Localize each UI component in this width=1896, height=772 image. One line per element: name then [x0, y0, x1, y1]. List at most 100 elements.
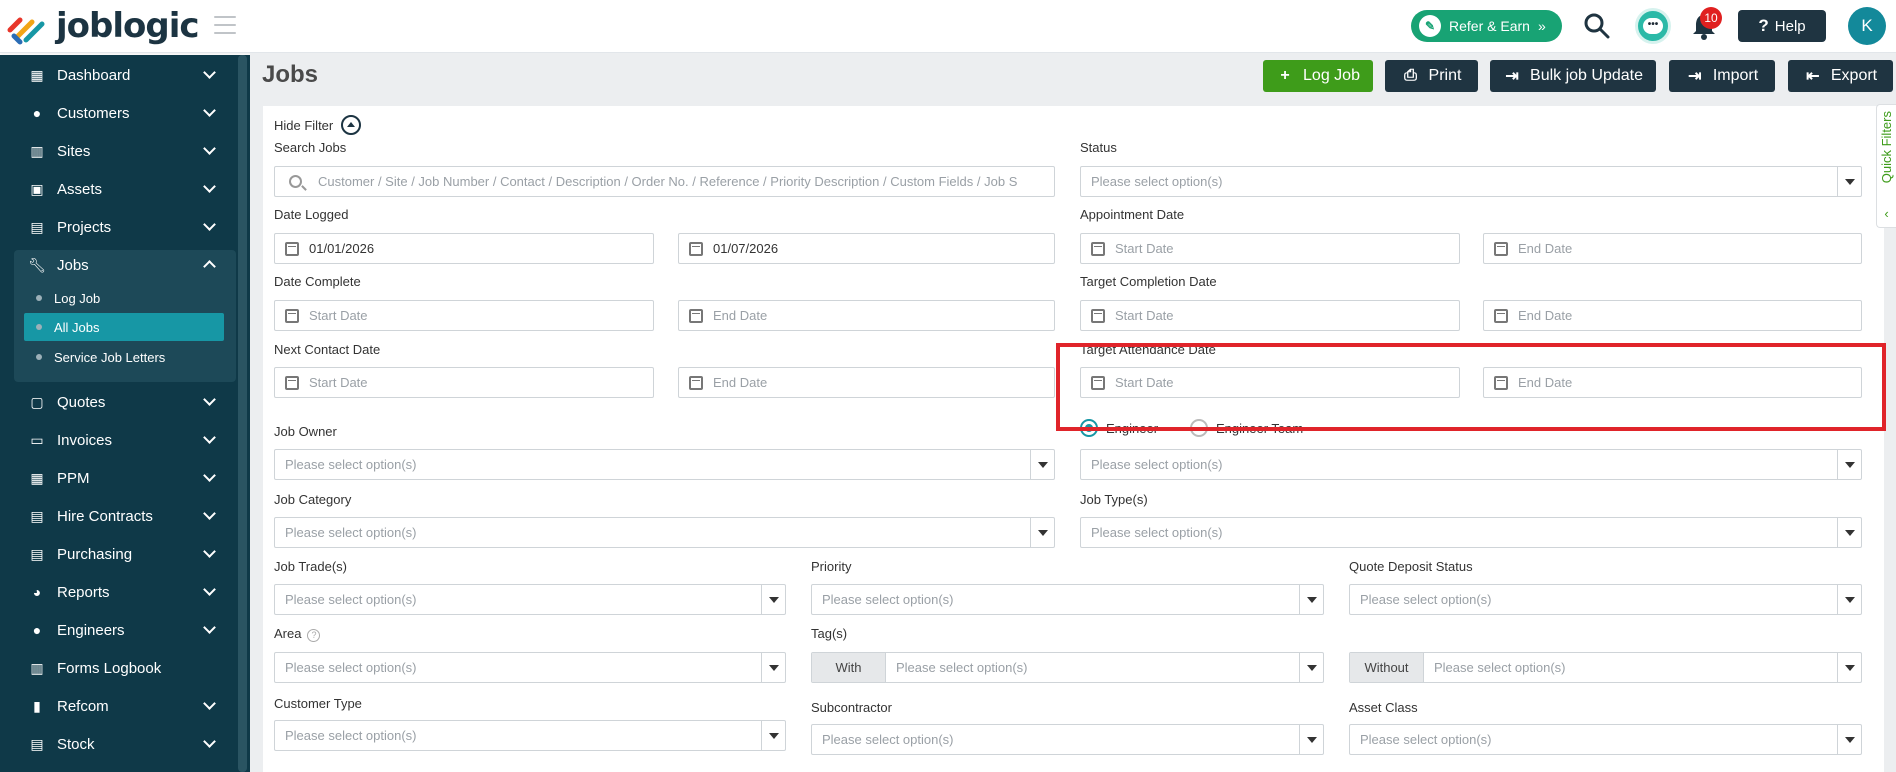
search-placeholder: Customer / Site / Job Number / Contact /…: [318, 174, 1018, 189]
next-contact-end[interactable]: End Date: [678, 367, 1055, 398]
appointment-start[interactable]: Start Date: [1080, 233, 1460, 264]
asset-class-select[interactable]: Please select option(s): [1349, 724, 1862, 755]
sidebar-item-customers[interactable]: ● Customers: [0, 94, 236, 132]
target-attendance-end[interactable]: End Date: [1483, 367, 1862, 398]
book-icon: ▥: [30, 659, 44, 676]
sidebar-item-projects[interactable]: ▤ Projects: [0, 208, 236, 246]
chevron-down-icon: [203, 469, 216, 482]
calendar-icon: [285, 375, 299, 390]
sidebar-item-label: PPM: [57, 469, 90, 487]
tags-without-select[interactable]: Without Please select option(s): [1349, 652, 1862, 683]
search-jobs-input[interactable]: Customer / Site / Job Number / Contact /…: [274, 166, 1055, 197]
quick-filters-tab[interactable]: Quick Filters ‹: [1876, 104, 1896, 228]
bulk-job-update-button[interactable]: ⇥ Bulk job Update: [1490, 60, 1656, 92]
area-label-text: Area: [274, 626, 302, 641]
sidebar-item-reports[interactable]: ◕ Reports: [0, 573, 236, 611]
import-button[interactable]: ⇥ Import: [1669, 60, 1775, 92]
calendar-icon: [1494, 241, 1508, 256]
sidebar-item-sites[interactable]: ▥ Sites: [0, 132, 236, 170]
sidebar-item-quotes[interactable]: ▢ Quotes: [0, 383, 236, 421]
tags-without-prefix[interactable]: Without: [1350, 653, 1424, 682]
export-icon: ⇤: [1806, 68, 1820, 85]
tags-select[interactable]: With Please select option(s): [811, 652, 1324, 683]
status-select[interactable]: Please select option(s): [1080, 166, 1862, 197]
sidebar-item-ppm[interactable]: ▦ PPM: [0, 459, 236, 497]
date-logged-end[interactable]: 01/07/2026: [678, 233, 1055, 264]
export-button[interactable]: ⇤ Export: [1788, 60, 1893, 92]
sidebar-subitem-service-job-letters[interactable]: Service Job Letters: [24, 343, 224, 371]
notification-badge: 10: [1700, 7, 1722, 29]
logo[interactable]: joblogic: [6, 6, 200, 46]
stock-icon: ▤: [30, 735, 44, 752]
sidebar-subitem-all-jobs[interactable]: All Jobs: [24, 313, 224, 341]
sidebar-item-refcom[interactable]: ▮ Refcom: [0, 687, 236, 725]
print-button[interactable]: ⎙ Print: [1385, 60, 1478, 92]
sidebar-item-label: Sites: [57, 142, 91, 160]
subcontractor-select[interactable]: Please select option(s): [811, 724, 1324, 755]
date-logged-start[interactable]: 01/01/2026: [274, 233, 654, 264]
target-completion-start[interactable]: Start Date: [1080, 300, 1460, 331]
date-complete-end[interactable]: End Date: [678, 300, 1055, 331]
sidebar-item-assets[interactable]: ▣ Assets: [0, 170, 236, 208]
next-contact-start[interactable]: Start Date: [274, 367, 654, 398]
target-attendance-start[interactable]: Start Date: [1080, 367, 1460, 398]
date-complete-start[interactable]: Start Date: [274, 300, 654, 331]
date-complete-label: Date Complete: [274, 274, 361, 289]
appointment-end[interactable]: End Date: [1483, 233, 1862, 264]
tags-with-prefix[interactable]: With: [812, 653, 886, 682]
chevron-down-icon: [203, 180, 216, 193]
top-bar: joblogic ✎ Refer & Earn » ••• 10 ? Help …: [0, 0, 1896, 53]
area-label: Area?: [274, 626, 321, 642]
customer-type-select[interactable]: Please select option(s): [274, 720, 786, 751]
calendar-icon: [285, 308, 299, 323]
menu-toggle-icon[interactable]: [214, 16, 236, 34]
tags-placeholder: Please select option(s): [896, 660, 1028, 675]
sidebar-subitem-log-job[interactable]: Log Job: [24, 284, 224, 312]
log-job-button[interactable]: + Log Job: [1263, 60, 1373, 92]
purchasing-icon: ▤: [30, 545, 44, 562]
job-owner-label: Job Owner: [274, 424, 337, 439]
question-circle-icon[interactable]: ?: [307, 629, 321, 642]
priority-select[interactable]: Please select option(s): [811, 584, 1324, 615]
sidebar-item-forms-logbook[interactable]: ▥ Forms Logbook: [0, 649, 236, 687]
sidebar-item-dashboard[interactable]: ▦ Dashboard: [0, 56, 236, 94]
dashboard-icon: ▦: [30, 66, 44, 83]
job-types-select[interactable]: Please select option(s): [1080, 517, 1862, 548]
radio-unselected-icon: [1190, 419, 1208, 437]
person-icon: ●: [32, 105, 42, 121]
subcontractor-label: Subcontractor: [811, 700, 892, 715]
sidebar-item-label: Forms Logbook: [57, 659, 162, 677]
search-icon[interactable]: [1581, 10, 1613, 42]
target-completion-end[interactable]: End Date: [1483, 300, 1862, 331]
job-owner-select[interactable]: Please select option(s): [274, 449, 1055, 480]
search-icon: [289, 175, 302, 188]
dropdown-arrow-icon: [761, 721, 785, 750]
sidebar-item-engineers[interactable]: ● Engineers: [0, 611, 236, 649]
job-trades-select[interactable]: Please select option(s): [274, 584, 786, 615]
quote-deposit-select[interactable]: Please select option(s): [1349, 584, 1862, 615]
engineer-select[interactable]: Please select option(s): [1080, 449, 1862, 480]
chevron-down-icon: [203, 735, 216, 748]
chat-icon[interactable]: •••: [1635, 8, 1671, 44]
area-select[interactable]: Please select option(s): [274, 652, 786, 683]
dropdown-arrow-icon: [1837, 653, 1861, 682]
sidebar-item-purchasing[interactable]: ▤ Purchasing: [0, 535, 236, 573]
date-placeholder: End Date: [713, 308, 768, 323]
hide-filter-toggle[interactable]: Hide Filter: [274, 115, 362, 135]
avatar[interactable]: K: [1848, 7, 1886, 45]
quote-deposit-label: Quote Deposit Status: [1349, 559, 1473, 574]
sidebar-item-label: Invoices: [57, 431, 113, 449]
sidebar-item-jobs[interactable]: 🔧︎ Jobs: [14, 246, 236, 284]
help-button[interactable]: ? Help: [1738, 10, 1826, 42]
printer-icon: ⎙: [1404, 67, 1417, 84]
chevron-down-icon: [203, 621, 216, 634]
sidebar-item-hire-contracts[interactable]: ▤ Hire Contracts: [0, 497, 236, 535]
job-category-select[interactable]: Please select option(s): [274, 517, 1055, 548]
engineer-team-radio[interactable]: Engineer Team: [1190, 419, 1303, 437]
sidebar-item-stock[interactable]: ▤ Stock: [0, 725, 236, 763]
sidebar-item-label: Quotes: [57, 393, 106, 411]
sidebar-item-invoices[interactable]: ▭ Invoices: [0, 421, 236, 459]
sidebar-scrollbar[interactable]: [238, 55, 247, 772]
engineer-radio[interactable]: Engineer: [1080, 419, 1158, 437]
refer-earn-button[interactable]: ✎ Refer & Earn »: [1411, 10, 1562, 42]
